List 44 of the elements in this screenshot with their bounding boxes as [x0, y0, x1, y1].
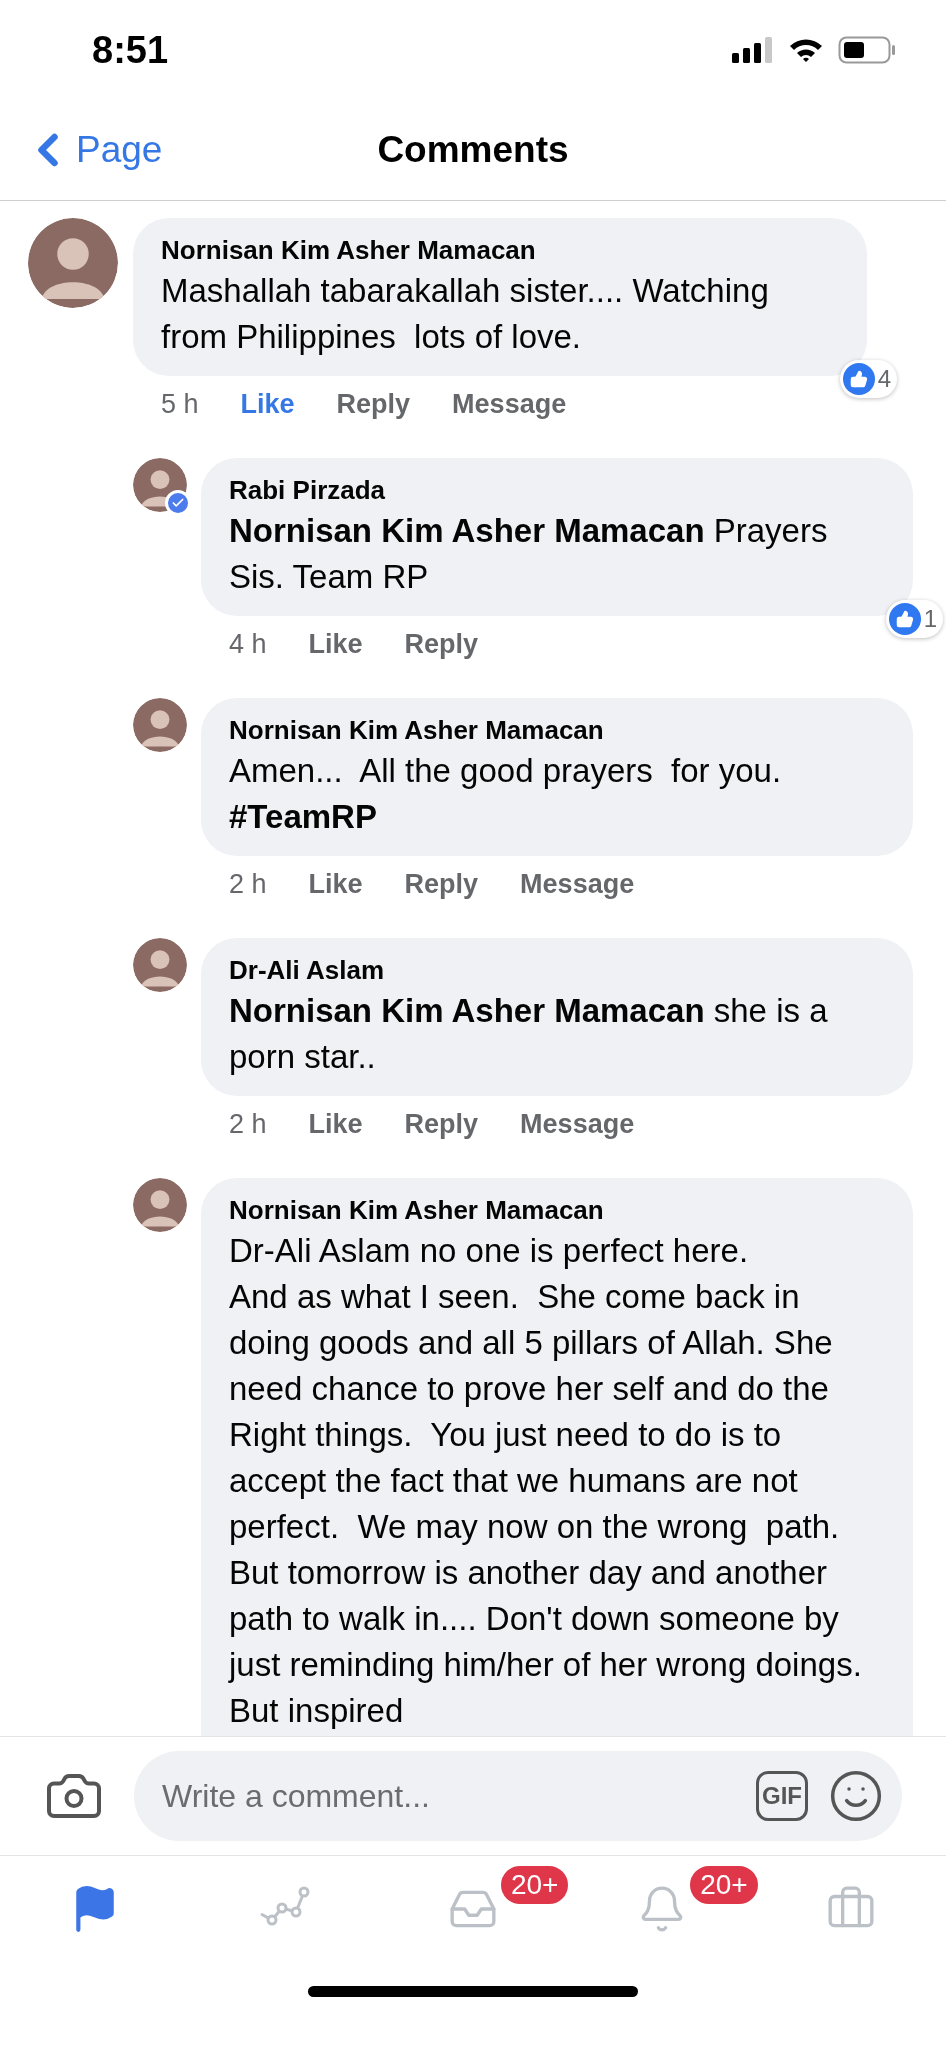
back-button[interactable]: Page — [22, 122, 163, 178]
reaction-count[interactable]: 4 — [839, 360, 897, 398]
comment-action[interactable]: Message — [520, 866, 635, 902]
comment-text: Dr-Ali Aslam no one is perfect here. And as what I seen. She come back in doing goods and all 5 pillars of Allah. She need chance to prove her self and do the Right things. You just need to do is to accept the fact that we humans are not perfect. We may now on the wrong path. But tomorrow is another day and another path to walk in.... Don't down someone by just reminding him/her of her wrong doings. But inspired — [229, 1231, 863, 1731]
signal-icon — [732, 37, 774, 63]
like-icon — [842, 363, 875, 395]
comment-action[interactable]: Reply — [336, 386, 411, 422]
comment-action[interactable]: Like — [308, 866, 363, 902]
comment-author[interactable]: Nornisan Kim Asher Mamacan — [161, 232, 839, 268]
avatar[interactable] — [133, 938, 187, 992]
comment-time: 4 h — [229, 628, 267, 661]
notification-badge: 20+ — [498, 1864, 571, 1906]
comment-time: 2 h — [229, 1108, 267, 1141]
comment-action[interactable]: Reply — [404, 626, 479, 662]
battery-icon — [838, 36, 896, 64]
comment-action[interactable]: Like — [308, 626, 363, 662]
comment-text: Mashallah tabarakallah sister.... Watching from Philippines lots of love. — [161, 271, 770, 357]
comment-time: 2 h — [229, 868, 267, 901]
comment-author[interactable]: Rabi Pirzada — [229, 472, 885, 508]
comment-action[interactable]: Like — [240, 386, 295, 422]
comment-text: Nornisan Kim Asher Mamacan she is a porn star.. — [229, 991, 829, 1077]
comment-text: Nornisan Kim Asher Mamacan Prayers Sis. Team RP — [229, 511, 829, 597]
comment-action[interactable]: Message — [452, 386, 567, 422]
comment-action[interactable]: Reply — [404, 866, 479, 902]
comment-author[interactable]: Nornisan Kim Asher Mamacan — [229, 712, 885, 748]
gif-button[interactable]: GIF — [756, 1771, 808, 1821]
status-time: 8:51 — [92, 27, 169, 73]
comment-time: 5 h — [161, 388, 199, 421]
comment-action[interactable]: Message — [520, 1106, 635, 1142]
page-title: Comments — [377, 128, 569, 173]
avatar[interactable] — [28, 218, 118, 308]
comment-text: Amen... All the good prayers for you. #TeamRP — [229, 751, 783, 837]
notification-badge: 20+ — [688, 1864, 760, 1906]
emoji-icon[interactable] — [828, 1768, 884, 1824]
avatar[interactable] — [133, 698, 187, 752]
like-icon — [888, 603, 921, 635]
avatar[interactable] — [133, 1178, 187, 1232]
comment-action[interactable]: Reply — [404, 1106, 479, 1142]
wifi-icon — [788, 37, 824, 63]
comment-field[interactable]: Write a comment... GIF — [134, 1751, 902, 1841]
comment-author[interactable]: Dr-Ali Aslam — [229, 952, 885, 988]
comment-author[interactable]: Nornisan Kim Asher Mamacan — [229, 1192, 885, 1228]
comment-action[interactable]: Like — [308, 1106, 363, 1142]
reaction-count[interactable]: 1 — [885, 600, 943, 638]
